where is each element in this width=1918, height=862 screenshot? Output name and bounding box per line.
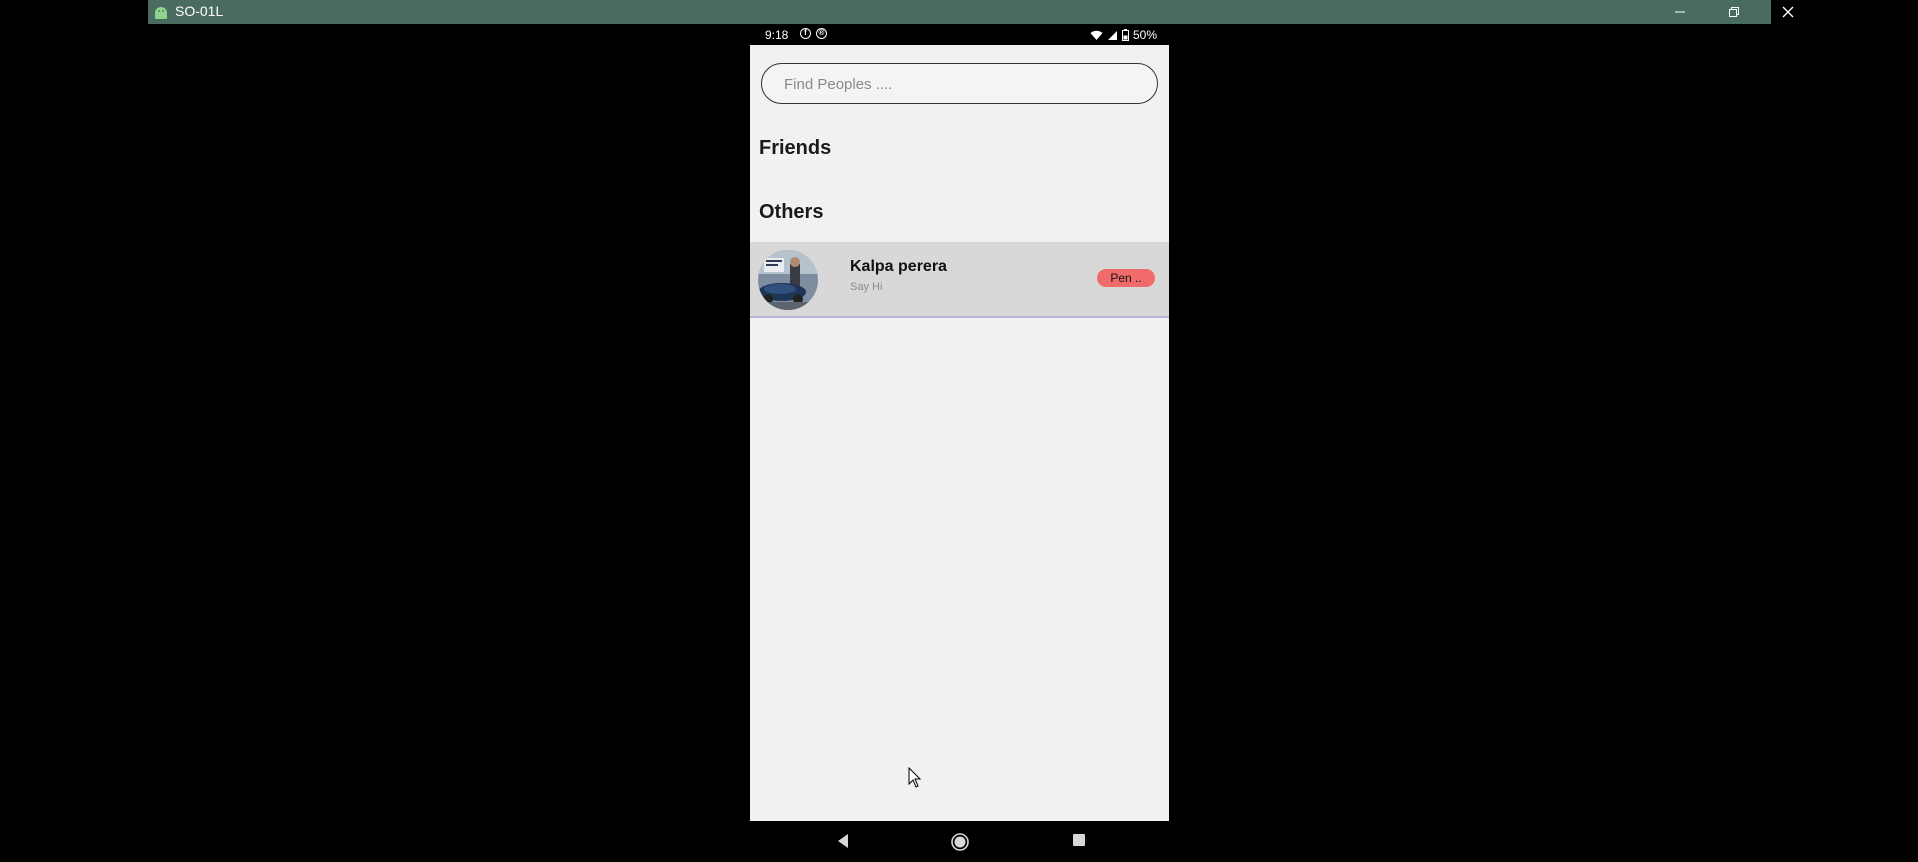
pending-status-button[interactable]: Pen .. [1097, 269, 1155, 287]
restore-button[interactable] [1711, 0, 1757, 24]
app-screen: Friends Others Kalpa perera Say Hi Pen .… [750, 45, 1169, 821]
close-button[interactable] [1765, 0, 1811, 24]
contact-subtitle: Say Hi [850, 281, 883, 293]
wifi-icon [1090, 30, 1103, 40]
list-item[interactable]: Kalpa perera Say Hi Pen .. [750, 242, 1169, 318]
app-notification-icon: ® [816, 28, 827, 39]
search-box[interactable] [761, 63, 1158, 104]
navigation-bar [750, 821, 1169, 862]
android-icon [155, 7, 167, 19]
status-time: 9:18 [765, 28, 789, 42]
others-heading: Others [759, 201, 824, 223]
status-right-icons: 50% [1090, 28, 1157, 42]
battery-icon [1121, 29, 1129, 41]
contact-name: Kalpa perera [850, 258, 947, 275]
avatar[interactable] [758, 250, 818, 310]
minimize-icon [1675, 11, 1685, 13]
friends-heading: Friends [759, 137, 832, 159]
restore-icon [1729, 7, 1739, 17]
mouse-cursor-icon [908, 767, 922, 788]
search-input[interactable] [782, 72, 1136, 96]
recents-icon[interactable] [1072, 833, 1086, 847]
close-icon [1782, 6, 1794, 18]
minimize-button[interactable] [1657, 0, 1703, 24]
home-icon[interactable] [951, 833, 969, 851]
window-title: SO-01L [175, 3, 224, 19]
signal-icon [1107, 30, 1117, 40]
window-title-bar: SO-01L [148, 0, 1794, 24]
facebook-notification-icon: f [800, 28, 811, 39]
avatar-image [758, 250, 818, 310]
battery-percent: 50% [1132, 28, 1157, 42]
status-bar: 9:18 f ® 50% [750, 25, 1169, 45]
back-icon[interactable] [836, 833, 850, 849]
